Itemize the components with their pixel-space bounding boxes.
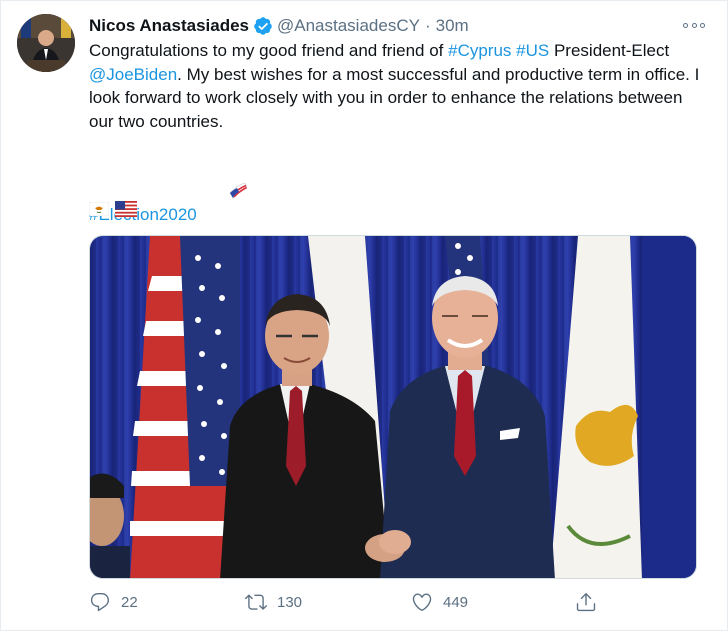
tweet-card[interactable]: Nicos Anastasiades @AnastasiadesCY · 30m…	[0, 0, 728, 631]
tweet-text-segment: President-Elect	[549, 41, 674, 60]
tweet-text-segment: Congratulations to my good friend and fr…	[89, 41, 449, 60]
tweet-timestamp[interactable]: 30m	[436, 16, 469, 36]
mention-joebiden-link[interactable]: @JoeBiden	[89, 65, 177, 84]
hashtag-us-link[interactable]: #US	[516, 41, 549, 60]
header-separator: ·	[424, 16, 431, 35]
share-icon	[575, 591, 597, 613]
author-name[interactable]: Nicos Anastasiades	[89, 16, 249, 36]
hashtag-cyprus-link[interactable]: #Cyprus	[448, 41, 511, 60]
share-button[interactable]	[575, 591, 597, 613]
tweet-header: Nicos Anastasiades @AnastasiadesCY · 30m	[89, 14, 469, 38]
more-options-icon[interactable]	[683, 17, 705, 33]
verified-badge-icon	[253, 16, 273, 36]
tweet-text: Congratulations to my good friend and fr…	[89, 39, 701, 230]
retweet-button[interactable]: 130	[245, 591, 302, 613]
like-count: 449	[443, 593, 469, 611]
tweet-text-segment: . My best wishes for a most successful a…	[89, 64, 705, 131]
heart-icon	[411, 591, 433, 613]
retweet-icon	[245, 591, 267, 613]
tweet-photo[interactable]	[89, 235, 697, 579]
retweet-count: 130	[277, 593, 303, 611]
cyprus-flag-icon	[89, 202, 109, 216]
flag-emojis	[89, 201, 137, 217]
tweet-actions: 22 130 449	[89, 591, 619, 617]
reply-count: 22	[121, 593, 138, 611]
reply-button[interactable]: 22	[89, 591, 138, 613]
us-flag-icon	[115, 201, 137, 217]
author-avatar[interactable]	[17, 14, 75, 72]
election-flag-emoji-icon	[200, 156, 248, 230]
reply-icon	[89, 591, 111, 613]
author-handle[interactable]: @AnastasiadesCY	[277, 16, 420, 36]
like-button[interactable]: 449	[411, 591, 468, 613]
